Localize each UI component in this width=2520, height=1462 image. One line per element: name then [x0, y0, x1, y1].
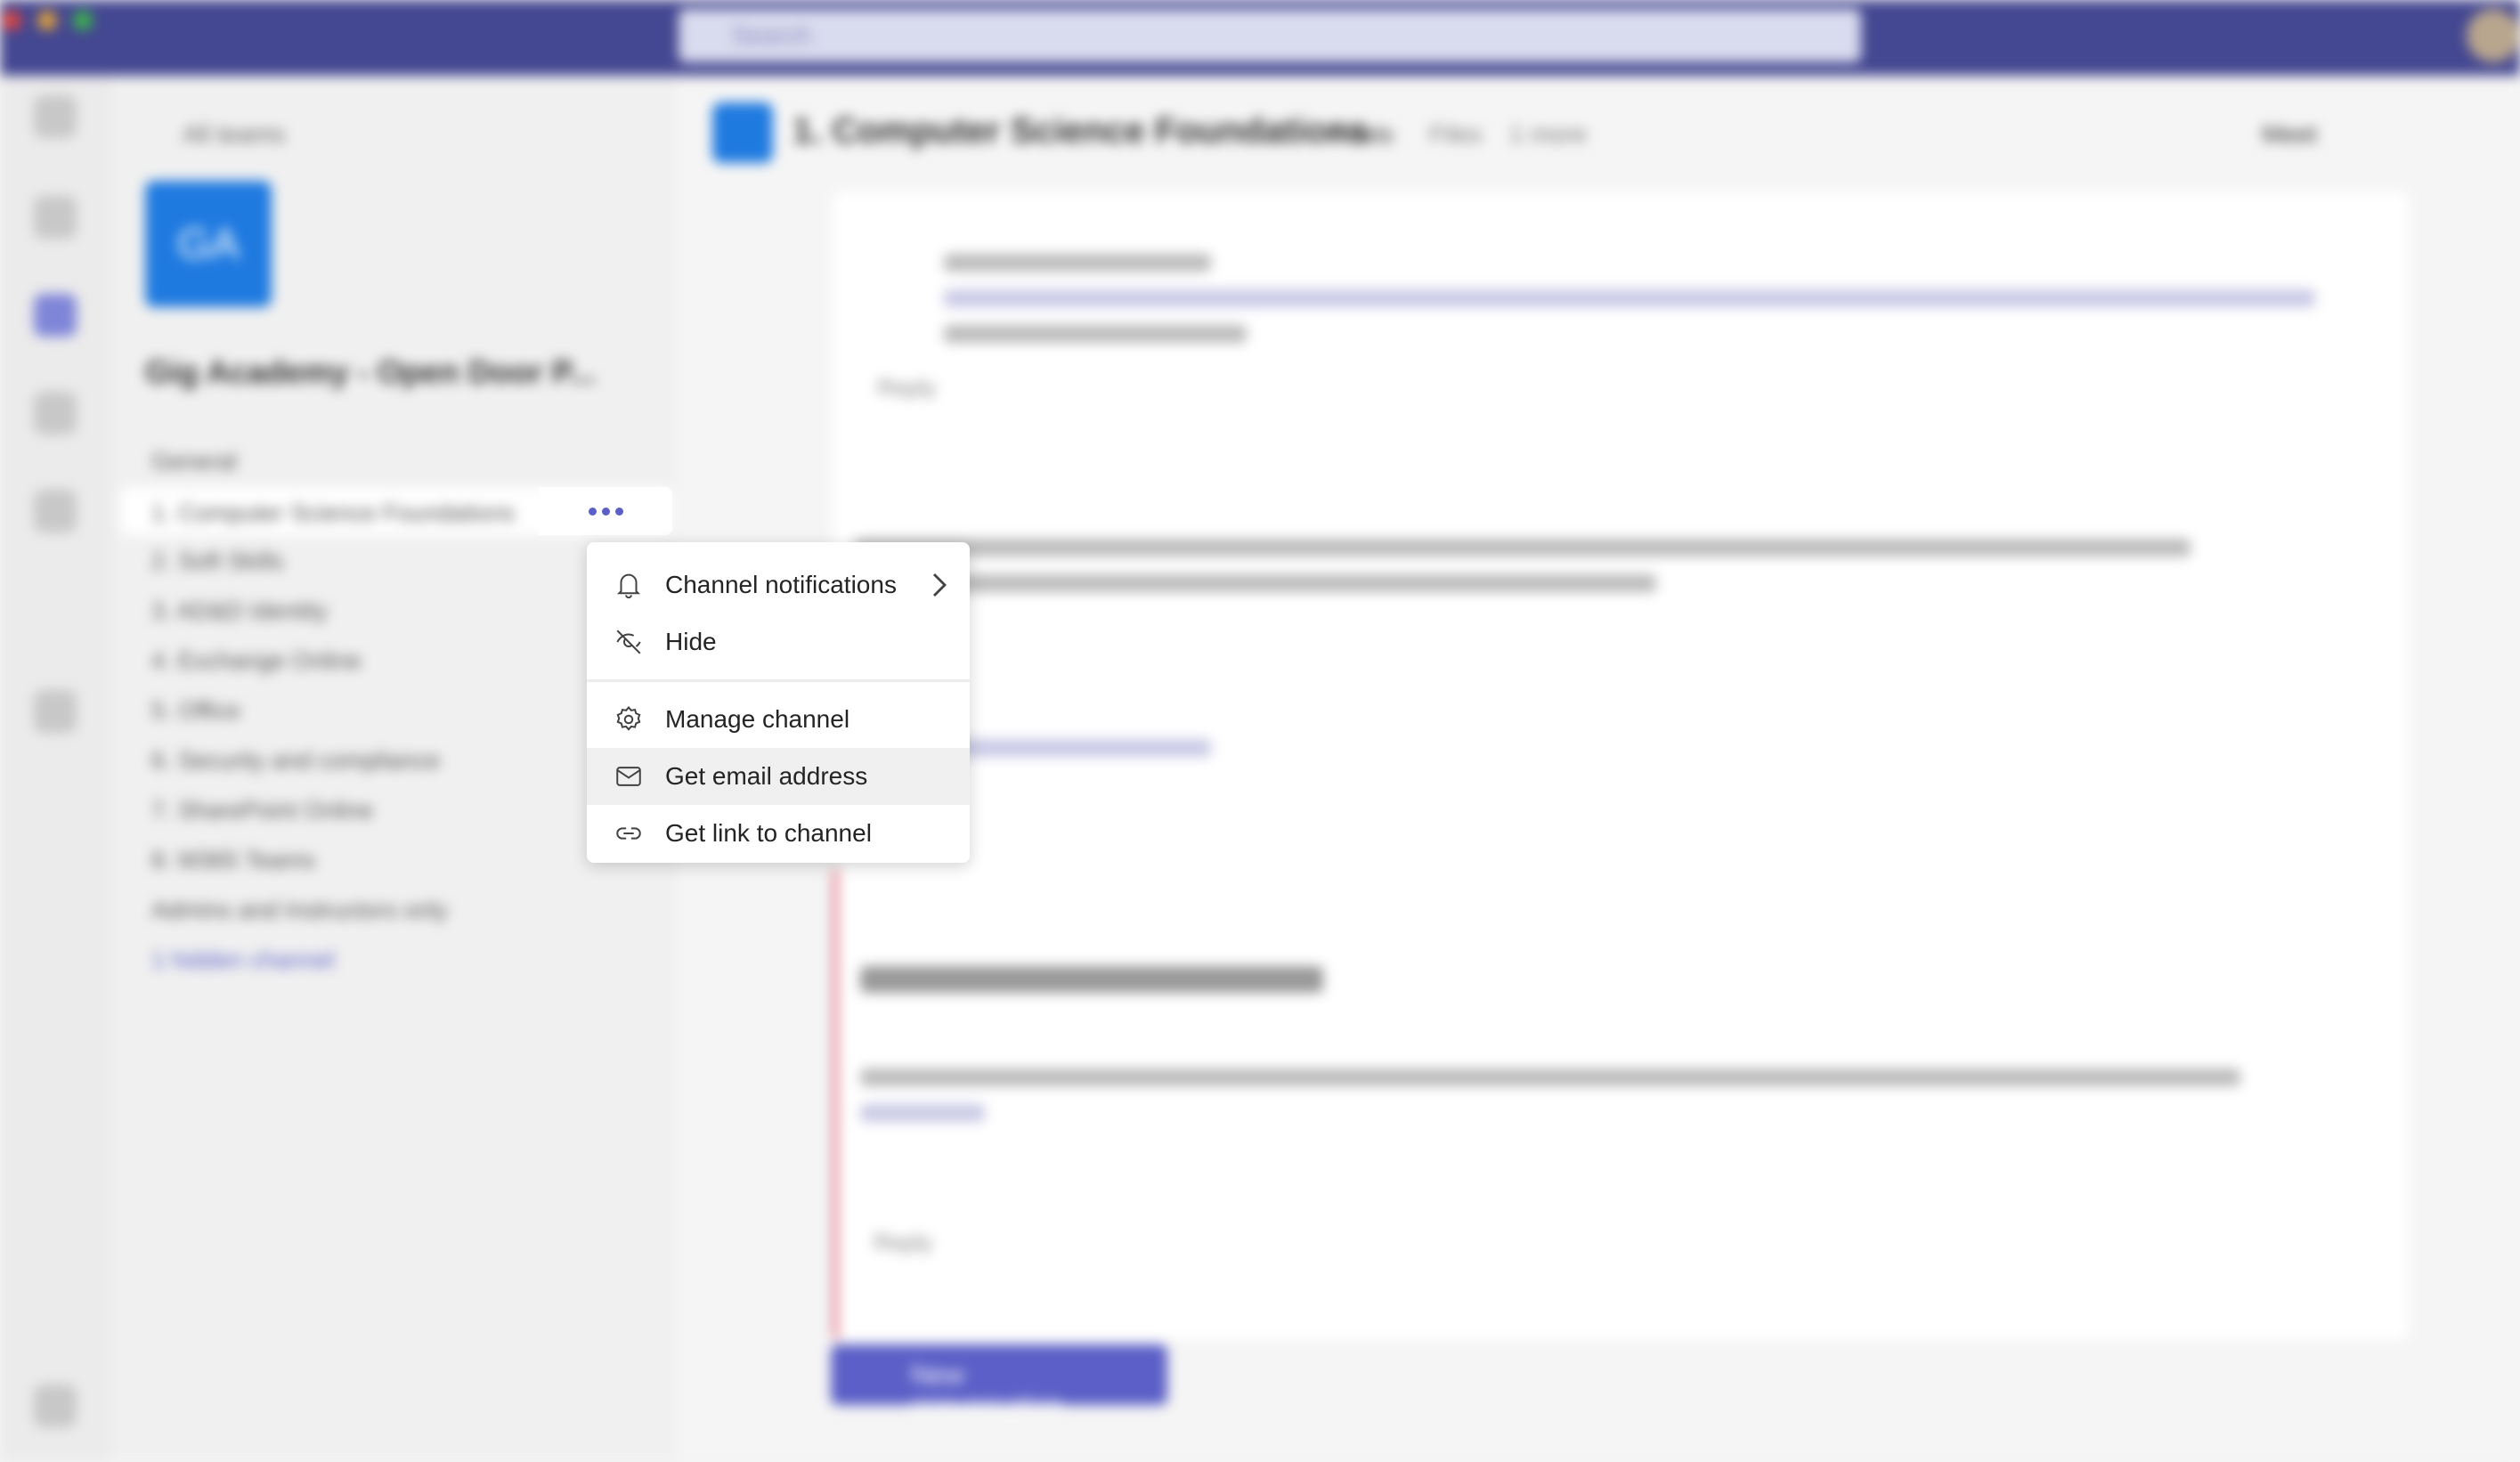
channel-item[interactable]: General	[151, 448, 237, 475]
menu-item-label: Get email address	[665, 762, 868, 790]
meet-button[interactable]: Meet	[2262, 120, 2317, 149]
channel-context-menu: Channel notifications Hide Manage channe…	[587, 542, 970, 863]
avatar[interactable]	[2467, 9, 2520, 62]
teams-icon[interactable]	[34, 294, 77, 337]
team-name[interactable]: Gig Academy - Open Door P...	[145, 353, 596, 391]
channel-item[interactable]: 8. M365 Teams	[151, 847, 315, 874]
tab-posts[interactable]: Posts	[1331, 120, 1394, 149]
tab-more[interactable]: 1 more	[1509, 120, 1587, 149]
link-icon	[616, 827, 641, 840]
activity-icon[interactable]	[34, 95, 77, 138]
search-input[interactable]: Search	[679, 9, 1861, 62]
menu-item-get-email-address[interactable]: Get email address	[587, 748, 970, 805]
apps-icon[interactable]	[34, 690, 77, 733]
channel-icon	[712, 102, 773, 163]
files-icon[interactable]	[34, 490, 77, 532]
all-teams-link[interactable]: All teams	[183, 120, 285, 149]
team-avatar: GA	[145, 181, 272, 307]
blurred-background: Search All teams GA Gig Academy - Open D…	[0, 0, 2520, 1462]
chevron-right-icon	[933, 573, 947, 597]
channel-item[interactable]: 7. SharePoint Online	[151, 797, 373, 824]
reply-button[interactable]: Reply	[877, 374, 936, 402]
title-bar: Search	[0, 0, 2520, 76]
channel-item[interactable]: 5. Office	[151, 697, 240, 725]
eye-off-icon	[616, 629, 641, 654]
announcement-card: Reply	[833, 868, 2409, 1340]
menu-item-label: Channel notifications	[665, 571, 897, 598]
menu-item-channel-notifications[interactable]: Channel notifications	[587, 556, 970, 613]
reply-button[interactable]: Reply	[874, 1229, 932, 1256]
channel-item[interactable]: 2. Soft Skills	[151, 548, 284, 575]
tab-files[interactable]: Files	[1429, 120, 1482, 149]
gear-icon	[616, 706, 641, 731]
more-options-button[interactable]	[539, 487, 672, 535]
menu-item-label: Hide	[665, 628, 717, 655]
channel-item[interactable]: 4. Exchange Online	[151, 647, 362, 675]
menu-item-hide[interactable]: Hide	[587, 613, 970, 670]
new-conversation-button[interactable]: New conversation	[831, 1344, 1167, 1420]
bell-icon	[616, 573, 641, 599]
channel-title: 1. Computer Science Foundations	[793, 111, 1369, 150]
menu-item-label: Get link to channel	[665, 819, 872, 847]
menu-item-get-link-to-channel[interactable]: Get link to channel	[587, 805, 970, 862]
menu-item-manage-channel[interactable]: Manage channel	[587, 691, 970, 748]
message-card	[833, 454, 2409, 873]
maximize-window-button[interactable]	[73, 11, 93, 30]
close-window-button[interactable]	[2, 11, 21, 30]
app-rail	[0, 76, 111, 1462]
help-icon[interactable]	[34, 1385, 77, 1427]
assignments-icon[interactable]	[34, 392, 77, 435]
message-card: Reply	[833, 191, 2409, 494]
minimize-window-button[interactable]	[37, 11, 57, 30]
channel-item[interactable]: 6. Security and compliance	[151, 747, 440, 775]
hidden-channels-link[interactable]: 1 hidden channel	[151, 946, 335, 974]
menu-item-label: Manage channel	[665, 705, 850, 733]
mail-icon	[616, 767, 641, 786]
menu-divider	[587, 679, 970, 682]
channel-item[interactable]: Admins and Instructors only	[151, 897, 448, 924]
channel-item[interactable]: 3. AD&D Identity	[151, 597, 328, 625]
calendar-icon[interactable]	[34, 196, 77, 239]
